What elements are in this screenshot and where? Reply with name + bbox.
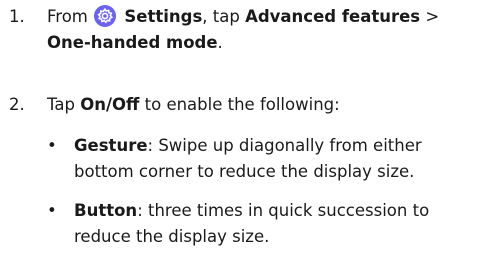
step-1-prefix: From xyxy=(47,7,88,26)
step-2-number: 2. xyxy=(9,95,25,114)
advanced-features-label: Advanced features xyxy=(245,7,421,26)
bullet-gesture-text: Gesture: Swipe up diagonally from either… xyxy=(74,133,474,186)
breadcrumb-separator: > xyxy=(420,7,440,26)
settings-gear-icon xyxy=(94,5,117,27)
button-desc-line1: : three times in quick succession to xyxy=(137,201,430,220)
button-desc-line2: reduce the display size. xyxy=(74,227,270,247)
on-off-label: On/Off xyxy=(80,95,140,114)
step-1-mid: , tap xyxy=(202,7,240,26)
step-1-suffix: . xyxy=(217,33,223,53)
bullet-dot: • xyxy=(47,201,57,220)
bullet-dot: • xyxy=(47,136,57,155)
step-2-text: Tap On/Off to enable the following: xyxy=(47,92,477,118)
button-label: Button xyxy=(74,201,138,220)
step-2-suffix: to enable the following: xyxy=(139,95,340,114)
gesture-label: Gesture xyxy=(74,136,148,155)
gesture-desc-line2: bottom corner to reduce the display size… xyxy=(74,162,415,182)
instruction-page: 1. From Settings, tap Advanced features … xyxy=(0,0,483,261)
step-1-text: From Settings, tap Advanced features > O… xyxy=(47,4,477,57)
bullet-button-text: Button: three times in quick succession … xyxy=(74,198,474,251)
step-2-prefix: Tap xyxy=(47,95,75,114)
step-1-number: 1. xyxy=(9,7,25,26)
one-handed-mode-label: One-handed mode xyxy=(47,33,218,53)
settings-label: Settings xyxy=(124,7,203,26)
gesture-desc-line1: : Swipe up diagonally from either xyxy=(147,136,422,155)
